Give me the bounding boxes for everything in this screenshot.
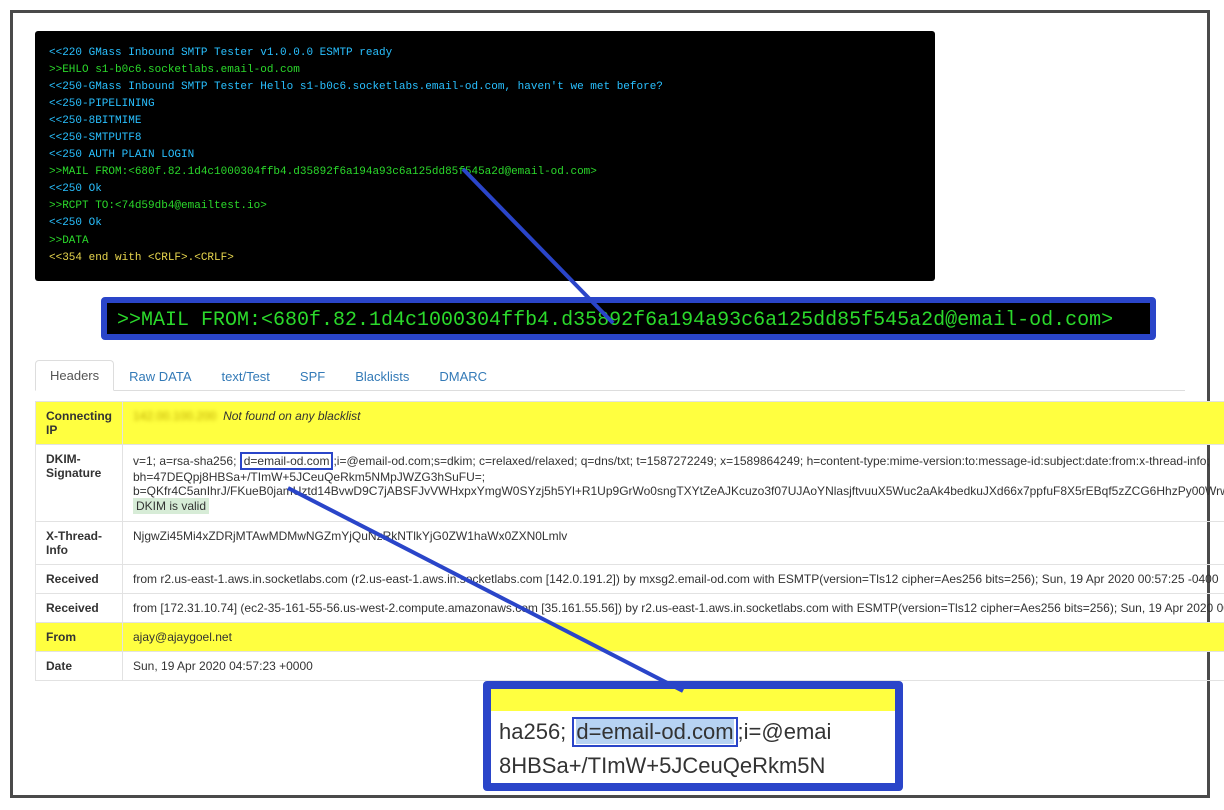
table-row: DKIM-Signature v=1; a=rsa-sha256; d=emai… bbox=[36, 444, 1224, 521]
from-val: ajay@ajaygoel.net bbox=[123, 622, 1224, 651]
mail-from-highlight-text: >>MAIL FROM:<680f.82.1d4c1000304ffb4.d35… bbox=[117, 309, 1113, 332]
terminal-line: <<250-8BITMIME bbox=[49, 113, 921, 130]
zoom-yellow-strip bbox=[491, 689, 895, 711]
terminal-line: <<250-PIPELINING bbox=[49, 96, 921, 113]
connecting-ip-key: Connecting IP bbox=[36, 401, 123, 444]
zoom-line-1: ha256; d=email-od.com;i=@emai bbox=[491, 711, 895, 747]
tab-raw-data[interactable]: Raw DATA bbox=[114, 361, 206, 391]
connecting-ip-val: 142.00.100.200 Not found on any blacklis… bbox=[123, 401, 1224, 444]
dkim-signature-val: v=1; a=rsa-sha256; d=email-od.com;i=@ema… bbox=[123, 444, 1224, 521]
tab-text-test[interactable]: text/Test bbox=[207, 361, 285, 391]
x-thread-info-val: NjgwZi45Mi4xZDRjMTAwMDMwNGZmYjQuNzRkNTlk… bbox=[123, 521, 1224, 564]
dkim-signature-key: DKIM-Signature bbox=[36, 444, 123, 521]
table-row: X-Thread-Info NjgwZi45Mi4xZDRjMTAwMDMwNG… bbox=[36, 521, 1224, 564]
terminal-line: <<250-SMTPUTF8 bbox=[49, 130, 921, 147]
table-row: Received from r2.us-east-1.aws.in.socket… bbox=[36, 564, 1224, 593]
dkim-zoom-callout: ha256; d=email-od.com;i=@emai 8HBSa+/TIm… bbox=[483, 681, 903, 791]
zoom-line-2: 8HBSa+/TImW+5JCeuQeRkm5N bbox=[491, 747, 895, 779]
dkim-valid-badge: DKIM is valid bbox=[133, 498, 209, 514]
terminal-line: >>MAIL FROM:<680f.82.1d4c1000304ffb4.d35… bbox=[49, 164, 921, 181]
dkim-domain-box: d=email-od.com bbox=[240, 452, 334, 470]
headers-table: Connecting IP 142.00.100.200 Not found o… bbox=[35, 401, 1224, 681]
from-key: From bbox=[36, 622, 123, 651]
page-frame: <<220 GMass Inbound SMTP Tester v1.0.0.0… bbox=[10, 10, 1210, 798]
date-key: Date bbox=[36, 651, 123, 680]
terminal-line: >>DATA bbox=[49, 233, 921, 250]
terminal-line: <<250 Ok bbox=[49, 215, 921, 232]
received-1-val: from r2.us-east-1.aws.in.socketlabs.com … bbox=[123, 564, 1224, 593]
terminal-line: <<250 Ok bbox=[49, 181, 921, 198]
smtp-terminal: <<220 GMass Inbound SMTP Tester v1.0.0.0… bbox=[35, 31, 935, 281]
received-2-val: from [172.31.10.74] (ec2-35-161-55-56.us… bbox=[123, 593, 1224, 622]
zoom-domain-box: d=email-od.com bbox=[572, 717, 737, 747]
terminal-line: <<220 GMass Inbound SMTP Tester v1.0.0.0… bbox=[49, 45, 921, 62]
tab-spf[interactable]: SPF bbox=[285, 361, 340, 391]
mail-from-highlight: >>MAIL FROM:<680f.82.1d4c1000304ffb4.d35… bbox=[101, 297, 1156, 340]
terminal-line: <<250 AUTH PLAIN LOGIN bbox=[49, 147, 921, 164]
terminal-line: <<354 end with <CRLF>.<CRLF> bbox=[49, 250, 921, 267]
tab-headers[interactable]: Headers bbox=[35, 360, 114, 391]
tab-dmarc[interactable]: DMARC bbox=[424, 361, 502, 391]
terminal-line: >>RCPT TO:<74d59db4@emailtest.io> bbox=[49, 198, 921, 215]
tab-blacklists[interactable]: Blacklists bbox=[340, 361, 424, 391]
terminal-line: <<250-GMass Inbound SMTP Tester Hello s1… bbox=[49, 79, 921, 96]
x-thread-info-key: X-Thread-Info bbox=[36, 521, 123, 564]
table-row: Received from [172.31.10.74] (ec2-35-161… bbox=[36, 593, 1224, 622]
received-1-key: Received bbox=[36, 564, 123, 593]
date-val: Sun, 19 Apr 2020 04:57:23 +0000 bbox=[123, 651, 1224, 680]
table-row: From ajay@ajaygoel.net bbox=[36, 622, 1224, 651]
received-2-key: Received bbox=[36, 593, 123, 622]
result-tabs: Headers Raw DATA text/Test SPF Blacklist… bbox=[35, 360, 1185, 391]
terminal-line: >>EHLO s1-b0c6.socketlabs.email-od.com bbox=[49, 62, 921, 79]
table-row: Date Sun, 19 Apr 2020 04:57:23 +0000 bbox=[36, 651, 1224, 680]
table-row: Connecting IP 142.00.100.200 Not found o… bbox=[36, 401, 1224, 444]
